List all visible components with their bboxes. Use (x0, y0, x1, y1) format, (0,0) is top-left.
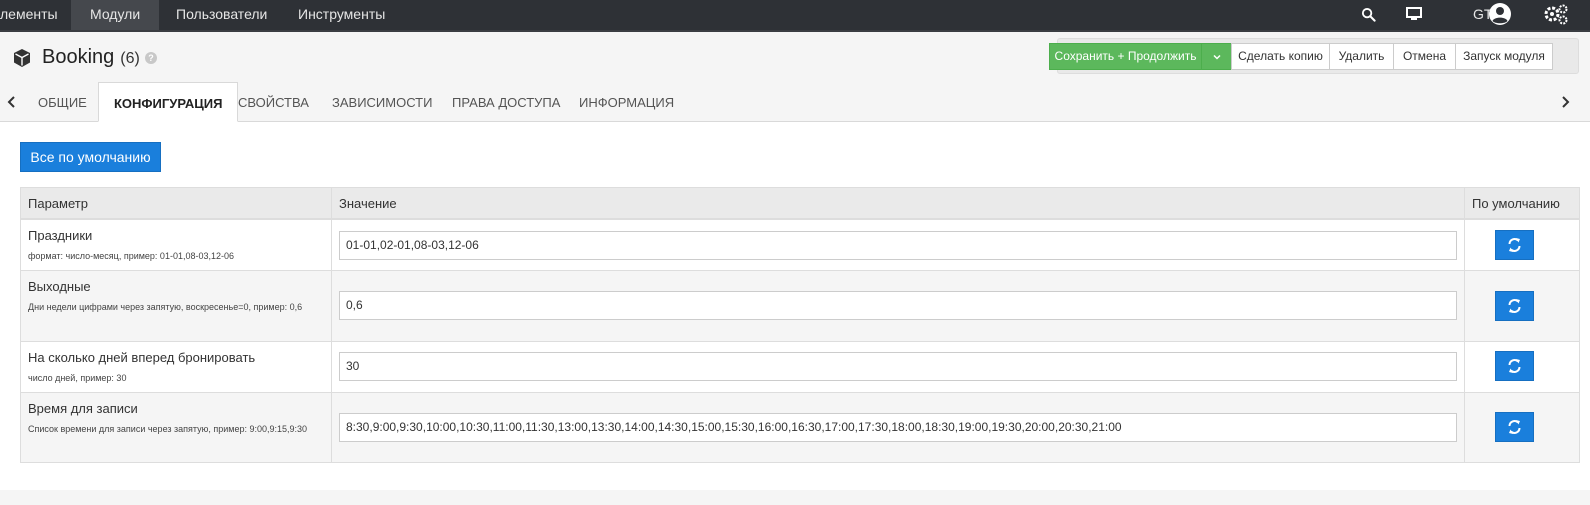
save-dropdown-button[interactable] (1201, 43, 1232, 70)
table-row: Время для записи Список времени для запи… (20, 392, 1580, 463)
param-name: Выходные (28, 279, 91, 294)
nav-users[interactable]: Пользователи (157, 0, 286, 30)
refresh-icon (1508, 299, 1521, 313)
cube-icon (14, 49, 30, 67)
tab-properties[interactable]: СВОЙСТВА (238, 82, 309, 122)
reset-default-button[interactable] (1495, 412, 1534, 442)
refresh-icon (1508, 420, 1521, 434)
table-row: Выходные Дни недели цифрами через запяту… (20, 270, 1580, 341)
nav-tools[interactable]: Инструменты (279, 0, 404, 30)
cancel-button[interactable]: Отмена (1393, 43, 1456, 70)
param-value-input[interactable]: 01-01,02-01,08-03,12-06 (339, 231, 1457, 260)
refresh-icon (1508, 359, 1521, 373)
copy-button[interactable]: Сделать копию (1231, 43, 1330, 70)
avatar-icon[interactable] (1488, 2, 1512, 26)
gears-icon[interactable] (1543, 3, 1569, 25)
reset-default-button[interactable] (1495, 230, 1534, 260)
tab-dependencies[interactable]: ЗАВИСИМОСТИ (332, 82, 432, 122)
param-value-input[interactable]: 8:30,9:00,9:30,10:00,10:30,11:00,11:30,1… (339, 413, 1457, 442)
search-icon[interactable] (1361, 7, 1376, 22)
table-header: Параметр Значение По умолчанию (20, 187, 1580, 219)
reset-default-button[interactable] (1495, 291, 1534, 321)
help-icon[interactable]: ? (145, 52, 157, 64)
param-description: Список времени для записи через запятую,… (28, 424, 308, 434)
col-header-param: Параметр (21, 188, 332, 218)
chevron-down-icon (1212, 54, 1221, 60)
refresh-icon (1508, 238, 1521, 252)
delete-button[interactable]: Удалить (1329, 43, 1394, 70)
nav-modules[interactable]: Модули (71, 0, 160, 30)
reset-default-button[interactable] (1495, 351, 1534, 381)
table-row: Праздники формат: число-месяц, пример: 0… (20, 219, 1580, 270)
nav-elements[interactable]: лементы (0, 0, 77, 30)
col-header-default: По умолчанию (1472, 196, 1560, 211)
col-header-value: Значение (332, 188, 1465, 218)
tab-access-rights[interactable]: ПРАВА ДОСТУПА (452, 82, 560, 122)
module-name: Booking (42, 46, 115, 68)
tab-configuration[interactable]: КОНФИГУРАЦИЯ (98, 82, 239, 122)
reset-all-button[interactable]: Все по умолчанию (20, 142, 161, 172)
chevron-left-icon[interactable] (5, 95, 19, 109)
top-navbar: лементы Модули Пользователи Инструменты … (0, 0, 1590, 32)
chevron-right-icon[interactable] (1558, 95, 1572, 109)
param-description: Дни недели цифрами через запятую, воскре… (28, 302, 303, 312)
module-count: (6) (120, 50, 140, 67)
monitor-icon[interactable] (1406, 7, 1422, 21)
run-module-button[interactable]: Запуск модуля (1455, 43, 1553, 70)
param-name: На сколько дней вперед бронировать (28, 350, 256, 365)
save-continue-button[interactable]: Сохранить + Продолжить (1049, 43, 1202, 70)
param-description: число дней, пример: 30 (28, 373, 127, 383)
param-value-input[interactable]: 0,6 (339, 291, 1457, 320)
param-value-input[interactable]: 30 (339, 352, 1457, 381)
param-name: Время для записи (28, 401, 138, 416)
tab-information[interactable]: ИНФОРМАЦИЯ (579, 82, 674, 122)
page-title: Booking (6) (42, 46, 140, 69)
table-row: На сколько дней вперед бронировать число… (20, 341, 1580, 392)
param-description: формат: число-месяц, пример: 01-01,08-03… (28, 251, 234, 261)
param-name: Праздники (28, 228, 93, 243)
tab-general[interactable]: ОБЩИЕ (38, 82, 87, 122)
